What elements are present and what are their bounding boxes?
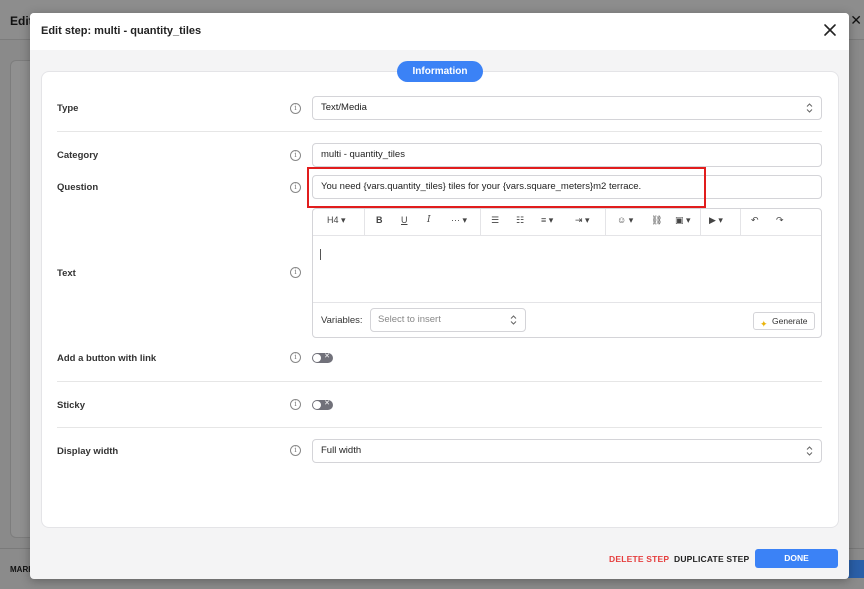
toggle-off-icon: ✕ bbox=[324, 400, 330, 407]
type-info-icon[interactable]: i bbox=[290, 103, 301, 114]
display-width-select[interactable]: Full width bbox=[312, 439, 822, 463]
link-icon[interactable]: ⛓ bbox=[651, 215, 662, 229]
italic-icon[interactable]: I bbox=[427, 215, 431, 229]
generate-label: Generate bbox=[772, 316, 808, 326]
text-cursor bbox=[320, 249, 321, 260]
toggle-knob bbox=[313, 401, 321, 409]
type-label: Type bbox=[57, 103, 79, 114]
type-select-value: Text/Media bbox=[321, 102, 367, 113]
toolbar-separator bbox=[605, 209, 606, 236]
close-icon[interactable] bbox=[823, 23, 837, 37]
modal-title: Edit step: multi - quantity_tiles bbox=[41, 25, 202, 37]
video-icon[interactable]: ▶ ▾ bbox=[709, 215, 723, 229]
divider bbox=[57, 131, 822, 132]
numbered-list-icon[interactable]: ☷ bbox=[516, 215, 524, 229]
display-width-label: Display width bbox=[57, 446, 119, 457]
sparkle-icon: ✦ bbox=[760, 319, 768, 329]
background-close-icon: ✕ bbox=[850, 12, 862, 28]
add-button-info-icon[interactable]: i bbox=[290, 352, 301, 363]
display-width-info-icon[interactable]: i bbox=[290, 445, 301, 456]
chevron-updown-icon bbox=[806, 103, 813, 113]
variables-label: Variables: bbox=[321, 315, 363, 326]
heading-select-value: H4 bbox=[327, 215, 339, 225]
text-info-icon[interactable]: i bbox=[290, 267, 301, 278]
editor-toolbar: H4 ▾ B U I ··· ▾ ☰ ☷ ≡ ▾ ⇥ ▾ ☺ ▾ ⛓ ▣ ▾ ▶… bbox=[313, 209, 821, 236]
divider bbox=[57, 427, 822, 428]
text-label: Text bbox=[57, 268, 76, 279]
editor-footer: Variables: Select to insert ✦ Generate bbox=[313, 302, 821, 338]
bold-icon[interactable]: B bbox=[376, 215, 383, 229]
toolbar-separator bbox=[364, 209, 365, 236]
toggle-off-icon: ✕ bbox=[324, 353, 330, 360]
toolbar-separator bbox=[480, 209, 481, 236]
question-label: Question bbox=[57, 182, 99, 193]
generate-button[interactable]: ✦ Generate bbox=[753, 312, 815, 330]
tab-information[interactable]: Information bbox=[397, 61, 483, 82]
add-button-toggle[interactable]: ✕ bbox=[312, 353, 333, 363]
indent-icon[interactable]: ⇥ ▾ bbox=[575, 215, 590, 229]
sticky-toggle[interactable]: ✕ bbox=[312, 400, 333, 410]
sticky-label: Sticky bbox=[57, 400, 85, 411]
edit-step-modal: Edit step: multi - quantity_tiles Inform… bbox=[30, 13, 849, 579]
divider bbox=[57, 381, 822, 382]
more-formatting-icon[interactable]: ··· ▾ bbox=[451, 215, 467, 229]
emoji-icon[interactable]: ☺ ▾ bbox=[617, 215, 633, 229]
category-input[interactable]: multi - quantity_tiles bbox=[312, 143, 822, 167]
bullet-list-icon[interactable]: ☰ bbox=[491, 215, 499, 229]
category-info-icon[interactable]: i bbox=[290, 150, 301, 161]
duplicate-step-button[interactable]: DUPLICATE STEP bbox=[674, 554, 749, 564]
variables-select[interactable]: Select to insert bbox=[370, 308, 526, 332]
image-icon[interactable]: ▣ ▾ bbox=[675, 215, 691, 229]
text-editor: H4 ▾ B U I ··· ▾ ☰ ☷ ≡ ▾ ⇥ ▾ ☺ ▾ ⛓ ▣ ▾ ▶… bbox=[312, 208, 822, 338]
toolbar-separator bbox=[700, 209, 701, 236]
category-label: Category bbox=[57, 150, 99, 161]
type-select[interactable]: Text/Media bbox=[312, 96, 822, 120]
question-info-icon[interactable]: i bbox=[290, 182, 301, 193]
align-icon[interactable]: ≡ ▾ bbox=[541, 215, 553, 229]
modal-header: Edit step: multi - quantity_tiles bbox=[30, 13, 849, 50]
variables-placeholder: Select to insert bbox=[378, 314, 441, 325]
heading-select[interactable]: H4 ▾ bbox=[327, 215, 346, 229]
add-button-label: Add a button with link bbox=[57, 353, 157, 364]
redo-icon[interactable]: ↷ bbox=[776, 215, 784, 229]
chevron-updown-icon bbox=[806, 446, 813, 456]
display-width-value: Full width bbox=[321, 445, 362, 456]
toggle-knob bbox=[313, 354, 321, 362]
chevron-updown-icon bbox=[510, 315, 517, 325]
delete-step-button[interactable]: DELETE STEP bbox=[609, 554, 669, 564]
question-highlight-box bbox=[307, 167, 706, 208]
undo-icon[interactable]: ↶ bbox=[751, 215, 759, 229]
underline-icon[interactable]: U bbox=[401, 215, 408, 229]
sticky-info-icon[interactable]: i bbox=[290, 399, 301, 410]
toolbar-separator bbox=[740, 209, 741, 236]
editor-content-area[interactable] bbox=[313, 236, 821, 302]
done-button[interactable]: DONE bbox=[755, 549, 838, 568]
